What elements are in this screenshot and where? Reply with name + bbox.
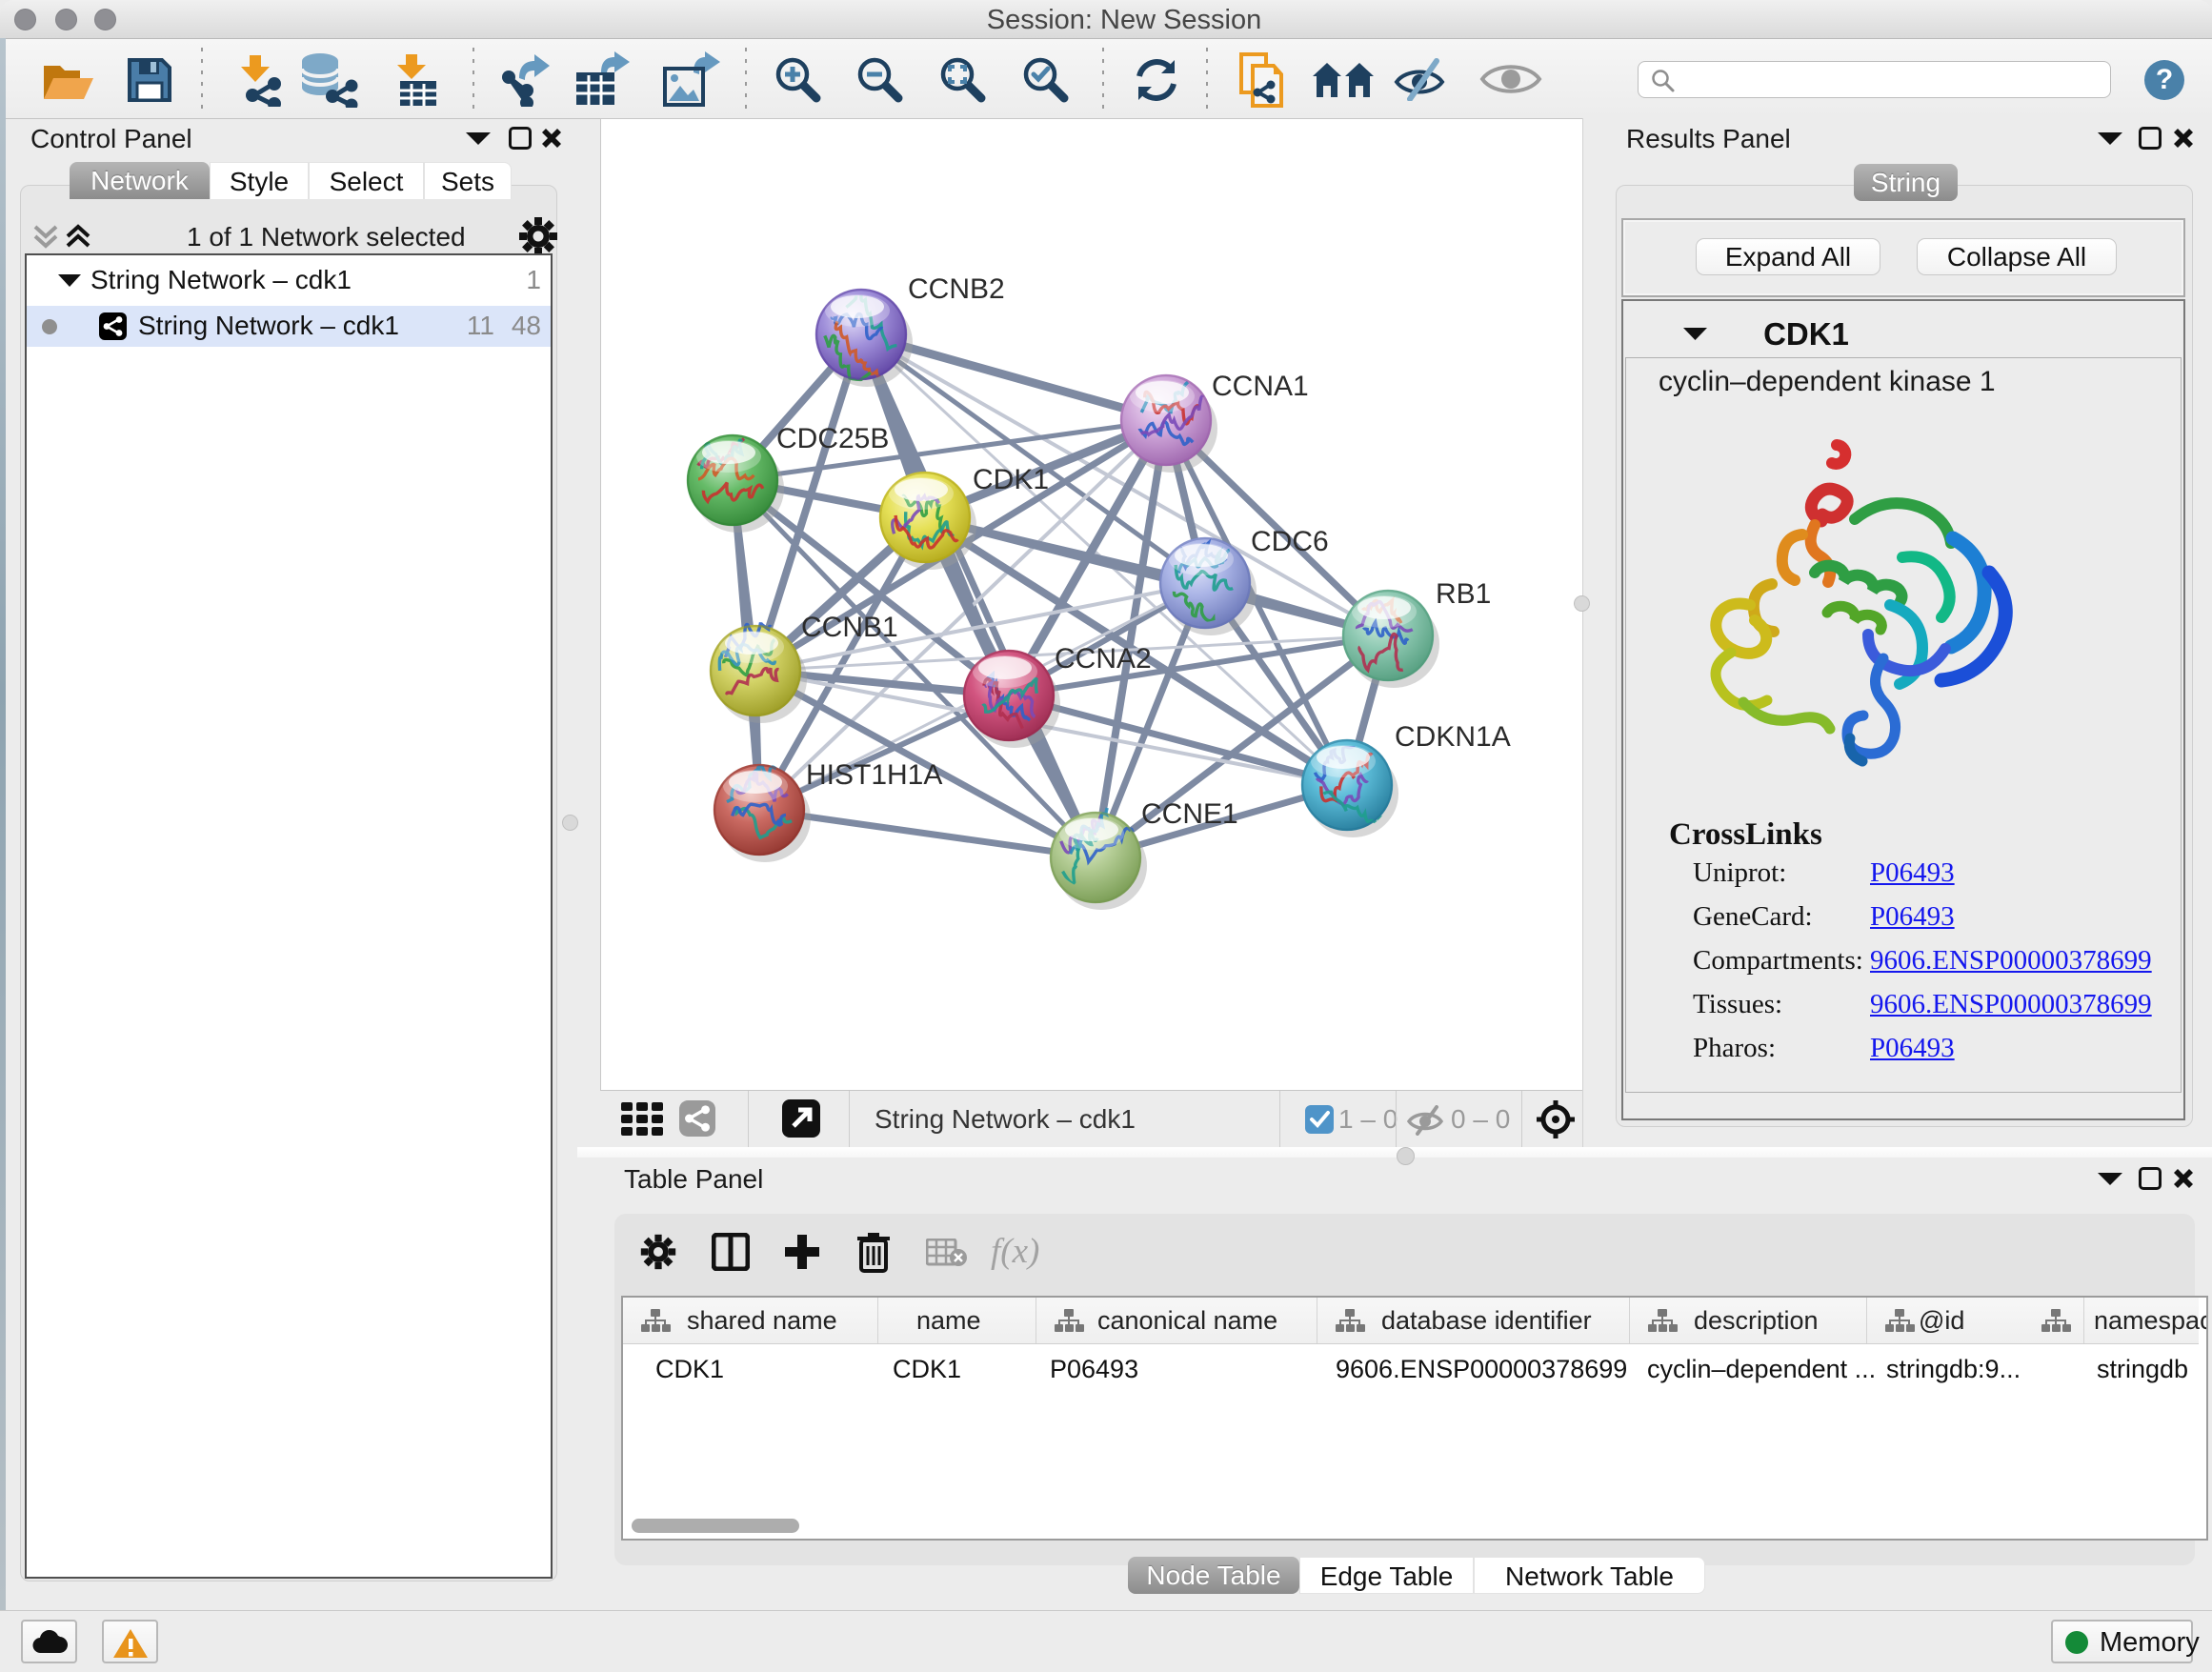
svg-text:CDK1: CDK1 bbox=[973, 464, 1049, 495]
svg-text:CCNA1: CCNA1 bbox=[1212, 371, 1309, 402]
svg-text:CDC25B: CDC25B bbox=[776, 423, 889, 454]
svg-text:CCNB1: CCNB1 bbox=[801, 612, 898, 643]
svg-text:CCNA2: CCNA2 bbox=[1055, 643, 1152, 675]
svg-text:RB1: RB1 bbox=[1436, 578, 1491, 610]
svg-text:CDKN1A: CDKN1A bbox=[1395, 721, 1511, 753]
svg-text:CDC6: CDC6 bbox=[1251, 526, 1329, 557]
svg-text:CCNB2: CCNB2 bbox=[908, 273, 1005, 305]
svg-text:HIST1H1A: HIST1H1A bbox=[806, 759, 942, 791]
svg-text:CCNE1: CCNE1 bbox=[1141, 798, 1238, 830]
